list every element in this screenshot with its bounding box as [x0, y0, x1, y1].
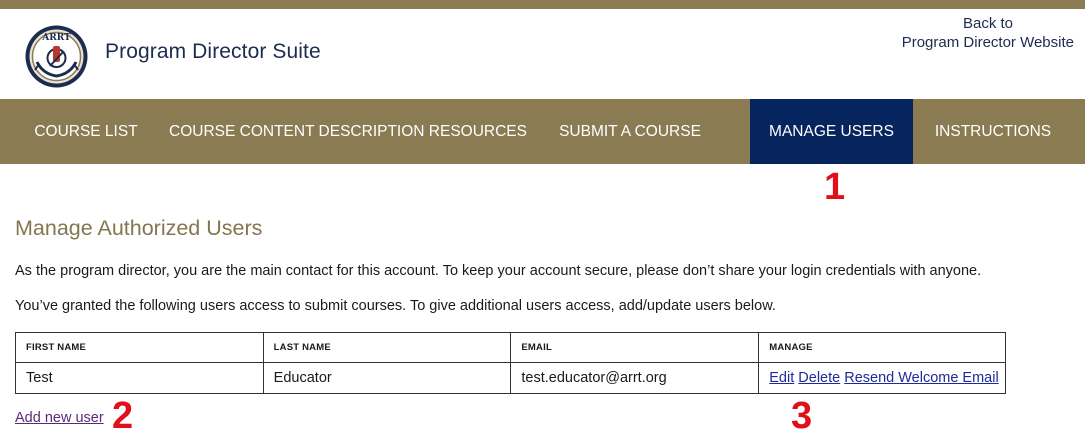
nav-course-list[interactable]: COURSE LIST	[15, 99, 157, 164]
delete-user-link[interactable]: Delete	[798, 370, 840, 386]
back-link-line1: Back to	[962, 15, 1013, 32]
nav-instructions[interactable]: INSTRUCTIONS	[913, 99, 1073, 164]
authorized-users-table: FIRST NAME LAST NAME EMAIL MANAGE Test E…	[15, 332, 1006, 394]
resend-welcome-email-link[interactable]: Resend Welcome Email	[844, 370, 998, 386]
column-header-last-name: LAST NAME	[262, 332, 512, 363]
column-header-email: EMAIL	[510, 332, 760, 363]
main-nav: COURSE LIST COURSE CONTENT DESCRIPTION R…	[0, 99, 1085, 164]
nav-manage-users[interactable]: MANAGE USERS	[750, 99, 913, 164]
table-header-row: FIRST NAME LAST NAME EMAIL MANAGE	[15, 332, 1006, 363]
column-header-manage: MANAGE	[758, 332, 1006, 363]
edit-user-link[interactable]: Edit	[769, 370, 794, 386]
page-title: Manage Authorized Users	[15, 216, 263, 240]
annotation-1: 1	[824, 166, 846, 208]
annotation-2: 2	[112, 395, 134, 437]
table-row: Test Educator test.educator@arrt.org Edi…	[15, 362, 1006, 394]
intro-paragraph: As the program director, you are the mai…	[15, 263, 982, 279]
top-accent-strip	[0, 0, 1085, 9]
cell-last-name: Educator	[262, 362, 512, 394]
add-new-user-link[interactable]: Add new user	[15, 410, 104, 426]
nav-course-content-description-resources[interactable]: COURSE CONTENT DESCRIPTION RESOURCES	[157, 99, 539, 164]
back-to-program-director-website-link[interactable]: Back to Program Director Website	[874, 14, 1074, 52]
logo-lettering: ARRT	[41, 33, 71, 43]
annotation-3: 3	[791, 395, 813, 437]
cell-email: test.educator@arrt.org	[510, 362, 760, 394]
cell-first-name: Test	[15, 362, 264, 394]
site-header: ARRT Program Director Suite Back to Prog…	[0, 9, 1085, 99]
column-header-first-name: FIRST NAME	[15, 332, 264, 363]
access-paragraph: You’ve granted the following users acces…	[15, 298, 776, 314]
arrt-logo[interactable]: ARRT	[23, 24, 90, 89]
cell-manage: Edit Delete Resend Welcome Email	[758, 362, 1006, 394]
back-link-line2: Program Director Website	[901, 34, 1074, 51]
nav-submit-a-course[interactable]: SUBMIT A COURSE	[539, 99, 721, 164]
suite-title: Program Director Suite	[105, 40, 321, 63]
